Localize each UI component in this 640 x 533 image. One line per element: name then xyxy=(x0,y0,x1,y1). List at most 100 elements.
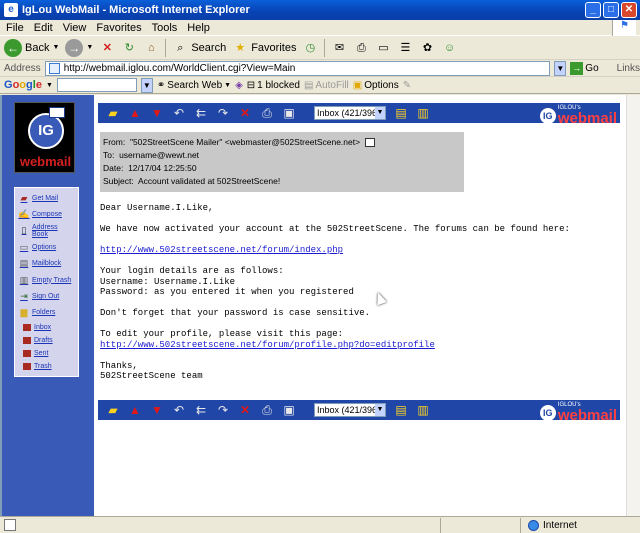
next-message-icon[interactable]: ▼ xyxy=(150,106,164,120)
reply-all-icon[interactable]: ⇇ xyxy=(194,403,208,417)
nav-compose[interactable]: ✍ Compose xyxy=(18,206,75,222)
chevron-down-icon: ▼ xyxy=(86,44,94,51)
discuss-icon[interactable]: ☰ xyxy=(397,40,413,56)
google-logo[interactable]: Google xyxy=(4,79,42,91)
move-icon[interactable]: ▰ xyxy=(106,106,120,120)
mail-icon[interactable]: ✉ xyxy=(331,40,347,56)
folder-trash[interactable]: Trash xyxy=(18,360,75,373)
folder-icon xyxy=(23,337,31,345)
address-bar: Address http://webmail.iglou.com/WorldCl… xyxy=(0,60,640,77)
refresh-icon[interactable]: ↻ xyxy=(121,40,137,56)
maximize-button[interactable]: □ xyxy=(603,2,619,18)
nav-sign-out[interactable]: ⇥ Sign Out xyxy=(18,288,75,304)
menu-bar: File Edit View Favorites Tools Help ⚑ xyxy=(0,20,640,36)
minimize-button[interactable]: _ xyxy=(585,2,601,18)
body-line: Thanks, xyxy=(100,360,138,371)
nav-folders[interactable]: ▆ Folders xyxy=(18,305,75,321)
save-icon[interactable]: ▣ xyxy=(282,106,296,120)
add-to-address-book-icon[interactable] xyxy=(365,138,376,148)
page-info-button[interactable]: ◈ xyxy=(235,80,243,91)
delete-icon[interactable]: ✕ xyxy=(238,403,252,417)
menu-view[interactable]: View xyxy=(63,22,87,34)
links-button[interactable]: Links xyxy=(617,63,640,74)
folder-select[interactable]: Inbox (421/396) ▼ xyxy=(314,106,386,120)
google-dropdown-icon[interactable]: ▼ xyxy=(140,77,153,93)
forward-icon[interactable]: ↷ xyxy=(216,403,230,417)
print-icon[interactable]: ⎙ xyxy=(260,403,274,417)
save-icon[interactable]: ▣ xyxy=(282,403,296,417)
delete-icon[interactable]: ✕ xyxy=(238,106,252,120)
folder-inbox[interactable]: Inbox xyxy=(18,321,75,334)
search-web-button[interactable]: ⚭ Search Web ▼ xyxy=(157,80,231,91)
menu-help[interactable]: Help xyxy=(187,22,210,34)
ie-icon: e xyxy=(4,3,18,17)
history-icon[interactable]: ◷ xyxy=(302,40,318,56)
reply-all-icon[interactable]: ⇇ xyxy=(194,106,208,120)
forward-icon[interactable]: ↷ xyxy=(216,106,230,120)
chevron-down-icon[interactable]: ▼ xyxy=(46,82,53,89)
home-icon[interactable]: ⌂ xyxy=(143,40,159,56)
autofill-button[interactable]: ▤ AutoFill xyxy=(304,80,349,91)
messenger-icon[interactable]: ☺ xyxy=(441,40,457,56)
chevron-down-icon: ▼ xyxy=(375,107,385,119)
folder-drafts[interactable]: Drafts xyxy=(18,334,75,347)
print-icon[interactable]: ⎙ xyxy=(260,106,274,120)
address-dropdown-icon[interactable]: ▼ xyxy=(554,60,567,76)
next-message-icon[interactable]: ▼ xyxy=(150,403,164,417)
menu-file[interactable]: File xyxy=(6,22,24,34)
vertical-scrollbar[interactable] xyxy=(626,95,640,516)
google-search-input[interactable] xyxy=(56,78,137,92)
address-input[interactable]: http://webmail.iglou.com/WorldClient.cgi… xyxy=(44,60,551,76)
trash-icon: ▥ xyxy=(19,274,29,285)
reply-icon[interactable]: ↶ xyxy=(172,106,186,120)
forum-link[interactable]: http://www.502streetscene.net/forum/inde… xyxy=(100,245,610,256)
stop-icon[interactable]: ✕ xyxy=(99,40,115,56)
brand-webmail-text: webmail xyxy=(557,407,617,424)
nav-mailblock[interactable]: ▤ Mailblock xyxy=(18,256,75,272)
pencil-icon[interactable]: ✎ xyxy=(403,80,411,91)
folder-sent[interactable]: Sent xyxy=(18,347,75,360)
autofill-icon: ▤ xyxy=(303,79,314,91)
previous-message-icon[interactable]: ▲ xyxy=(128,106,142,120)
title-bar: e IgLou WebMail - Microsoft Internet Exp… xyxy=(0,0,640,20)
research-icon[interactable]: ✿ xyxy=(419,40,435,56)
nav-empty-trash[interactable]: ▥ Empty Trash xyxy=(18,272,75,288)
nav-options[interactable]: ▭ Options xyxy=(18,239,75,255)
address-book-icon: ▯ xyxy=(21,225,27,236)
menu-edit[interactable]: Edit xyxy=(34,22,53,34)
go-button[interactable]: → Go xyxy=(570,61,599,75)
options-button[interactable]: ▣ Options xyxy=(353,80,399,91)
popup-blocker-icon: ⊟ xyxy=(246,79,256,91)
move-to-folder-icon[interactable]: ▤ xyxy=(394,403,408,417)
close-button[interactable]: ✕ xyxy=(621,2,637,18)
subject-value: Account validated at 502StreetScene! xyxy=(137,176,281,186)
nav-address-book[interactable]: ▯ Address Book xyxy=(18,223,75,239)
copy-to-folder-icon[interactable]: ▥ xyxy=(416,403,430,417)
copy-to-folder-icon[interactable]: ▥ xyxy=(416,106,430,120)
edit-icon[interactable]: ▭ xyxy=(375,40,391,56)
logo-text: webmail xyxy=(19,154,72,169)
move-icon[interactable]: ▰ xyxy=(106,403,120,417)
nav-get-mail[interactable]: ▰ Get Mail xyxy=(18,190,75,206)
previous-message-icon[interactable]: ▲ xyxy=(128,403,142,417)
body-line: We have now activated your account at th… xyxy=(100,224,570,234)
chevron-down-icon: ▼ xyxy=(52,44,60,51)
popup-blocker-button[interactable]: ⊟ 1 blocked xyxy=(247,80,300,91)
folder-icon xyxy=(23,350,31,358)
reply-icon[interactable]: ↶ xyxy=(172,403,186,417)
binoculars-icon: ⚭ xyxy=(156,79,166,91)
back-button[interactable]: ← Back ▼ xyxy=(4,38,60,57)
profile-link[interactable]: http://www.502streetscene.net/forum/prof… xyxy=(100,340,610,351)
menu-favorites[interactable]: Favorites xyxy=(96,22,141,34)
body-line: Your login details are as follows: xyxy=(100,266,284,276)
move-to-folder-icon[interactable]: ▤ xyxy=(394,106,408,120)
forward-button[interactable]: → ▼ xyxy=(65,38,94,57)
chevron-down-icon: ▼ xyxy=(224,81,232,89)
back-arrow-icon: ← xyxy=(4,38,22,57)
favorites-button[interactable]: ★ Favorites xyxy=(232,40,296,56)
search-button[interactable]: ⌕ Search xyxy=(172,40,226,56)
folder-select[interactable]: Inbox (421/396) ▼ xyxy=(314,403,386,417)
menu-tools[interactable]: Tools xyxy=(152,22,178,34)
print-icon[interactable]: ⎙ xyxy=(353,40,369,56)
address-url: http://webmail.iglou.com/WorldClient.cgi… xyxy=(63,62,296,74)
